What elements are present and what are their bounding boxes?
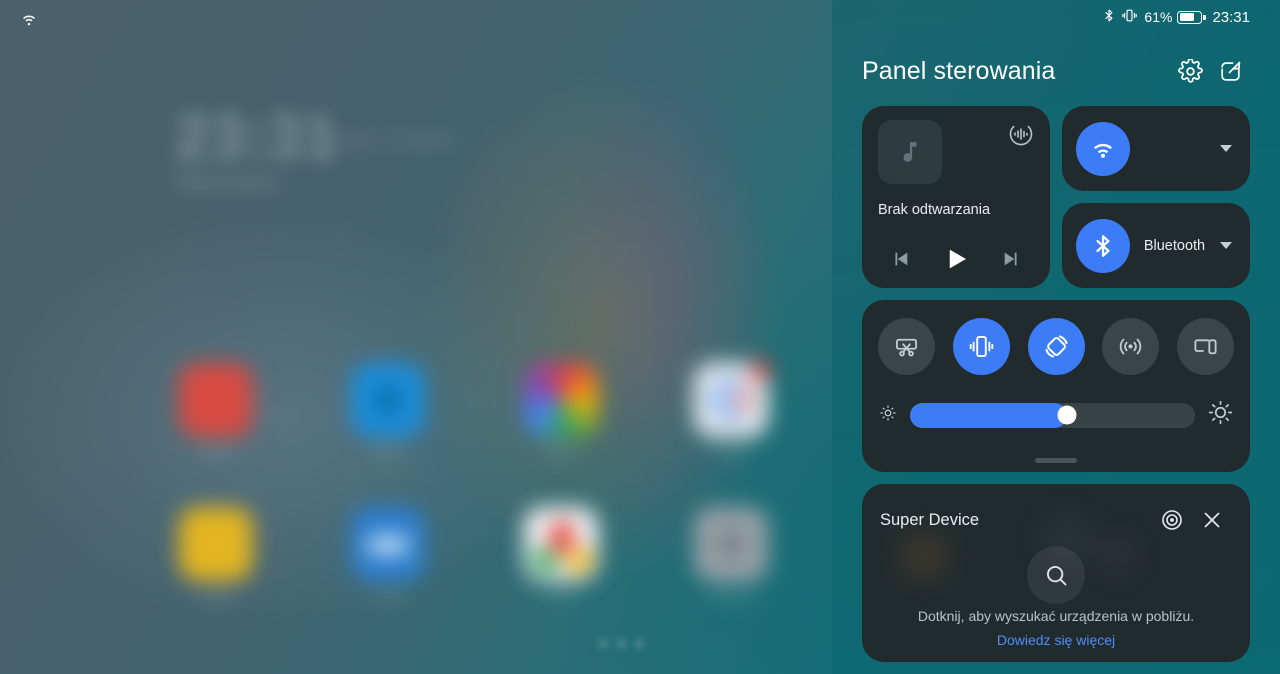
screenshot-scissors-icon[interactable] (878, 318, 935, 375)
home-clock-date: środa, 6 marca (327, 130, 455, 149)
home-app-grid: Telefon Skype Zdjęcia Google Notatki Poc… (150, 355, 850, 625)
play-icon[interactable] (941, 244, 971, 274)
super-device-hint: Dotknij, aby wyszukać urządzenia w pobli… (917, 608, 1195, 624)
toggle-row (878, 318, 1234, 375)
battery-icon (1177, 10, 1206, 24)
bluetooth-icon (1102, 7, 1116, 27)
skip-next-icon[interactable] (1001, 248, 1023, 270)
home-app-label: Ustawienia (704, 590, 758, 602)
learn-more-link[interactable]: Dowiedz się więcej (862, 632, 1250, 648)
control-panel: 61% 23:31 Panel sterowania Brak odtwarza… (832, 0, 1280, 674)
screen-mirroring-icon[interactable] (1177, 318, 1234, 375)
top-row: Brak odtwarzania Bluetooth (862, 106, 1250, 288)
close-icon[interactable] (1192, 500, 1232, 540)
home-app-label: Poczta (371, 590, 405, 602)
home-app-label: Zdjęcia (543, 446, 579, 458)
vibrate-icon[interactable] (952, 318, 1010, 375)
music-note-icon (878, 120, 942, 184)
home-app-icon[interactable]: Notatki (170, 507, 262, 602)
edit-icon[interactable] (1210, 51, 1250, 91)
home-app-label: Google (713, 446, 749, 458)
chevron-down-icon[interactable] (1220, 145, 1232, 152)
hotspot-icon[interactable] (1102, 318, 1160, 375)
home-app-label: Mapy (547, 590, 575, 602)
home-app-icon[interactable]: Telefon (170, 363, 262, 458)
wifi-icon (17, 9, 41, 27)
home-app-icon[interactable]: Mapy (515, 507, 607, 602)
super-device-header: Super Device (880, 500, 1232, 540)
home-app-icon[interactable]: Poczta (342, 507, 434, 602)
vibrate-icon (1121, 7, 1138, 27)
super-device-title: Super Device (880, 510, 980, 529)
home-app-icon[interactable]: Zdjęcia (515, 363, 607, 458)
super-device-card: Super Device Dotknij, aby wyszukać urząd… (862, 484, 1250, 662)
panel-header: Panel sterowania (862, 40, 1250, 102)
audio-output-icon[interactable] (1007, 120, 1035, 148)
panel-drag-handle[interactable] (1035, 458, 1077, 463)
brightness-high-icon (1207, 399, 1234, 431)
home-clock-widget: 23:31 środa, 6 marca Warszawa (175, 103, 453, 195)
status-clock: 23:31 (1212, 8, 1250, 26)
notification-badge (751, 361, 770, 380)
media-controls (862, 244, 1050, 274)
search-icon[interactable] (1027, 546, 1085, 604)
home-clock-time: 23:31 (175, 103, 339, 172)
brightness-slider-row (878, 399, 1234, 431)
radar-icon[interactable] (1152, 500, 1192, 540)
gear-icon[interactable] (1170, 51, 1210, 91)
wifi-tile[interactable] (1061, 106, 1250, 191)
battery-percent-label: 61% (1144, 9, 1173, 25)
brightness-low-icon (878, 403, 898, 428)
page-indicator (600, 640, 643, 647)
media-title: Brak odtwarzania (878, 202, 991, 218)
page-title: Panel sterowania (862, 56, 1056, 85)
bluetooth-tile-label: Bluetooth (1143, 237, 1206, 254)
connectivity-tiles: Bluetooth (1061, 106, 1250, 288)
bluetooth-tile[interactable]: Bluetooth (1061, 203, 1250, 288)
brightness-slider[interactable] (910, 402, 1195, 428)
wifi-icon (1075, 121, 1130, 176)
brightness-slider-fill (910, 402, 1067, 428)
bluetooth-icon (1075, 218, 1130, 273)
chevron-down-icon[interactable] (1220, 242, 1232, 249)
home-app-label: Telefon (198, 446, 234, 458)
home-app-icon[interactable]: Skype (342, 363, 434, 458)
home-app-icon[interactable]: Ustawienia (685, 507, 777, 602)
home-app-icon[interactable]: Google (685, 361, 777, 458)
status-bar: 61% 23:31 (862, 0, 1250, 30)
brightness-slider-knob[interactable] (1057, 405, 1077, 425)
quick-toggles-card (862, 300, 1250, 472)
media-player-card[interactable]: Brak odtwarzania (862, 106, 1050, 288)
home-clock-city: Warszawa (175, 169, 277, 195)
home-app-label: Notatki (198, 590, 234, 602)
home-app-label: Skype (372, 446, 404, 458)
rotation-lock-icon[interactable] (1027, 318, 1085, 375)
skip-previous-icon[interactable] (889, 248, 911, 270)
